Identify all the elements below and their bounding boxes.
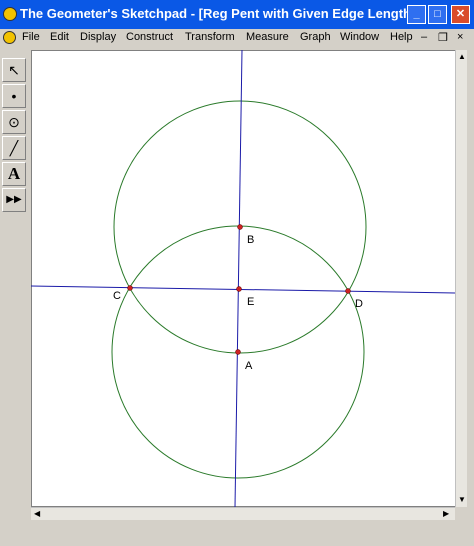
scroll-down-icon[interactable]: ▼ [458,495,466,504]
horizontal-scrollbar[interactable]: ◀ ▶ [31,507,455,520]
point-C[interactable] [127,285,133,291]
point-B[interactable] [237,224,243,230]
label-B[interactable]: B [247,234,254,246]
label-D[interactable]: D [355,298,363,310]
construction-drawing: A B C D E [30,49,456,508]
scroll-right-icon[interactable]: ▶ [443,509,449,518]
label-C[interactable]: C [113,290,121,302]
line-AB[interactable] [234,49,243,508]
point-D[interactable] [345,288,351,294]
line-CD[interactable] [30,285,456,294]
vertical-scrollbar[interactable]: ▲ ▼ [455,50,467,507]
point-A[interactable] [235,349,241,355]
label-A[interactable]: A [245,360,253,372]
scroll-left-icon[interactable]: ◀ [34,509,40,518]
point-E[interactable] [236,286,242,292]
label-E[interactable]: E [247,296,254,308]
scroll-up-icon[interactable]: ▲ [458,52,466,61]
